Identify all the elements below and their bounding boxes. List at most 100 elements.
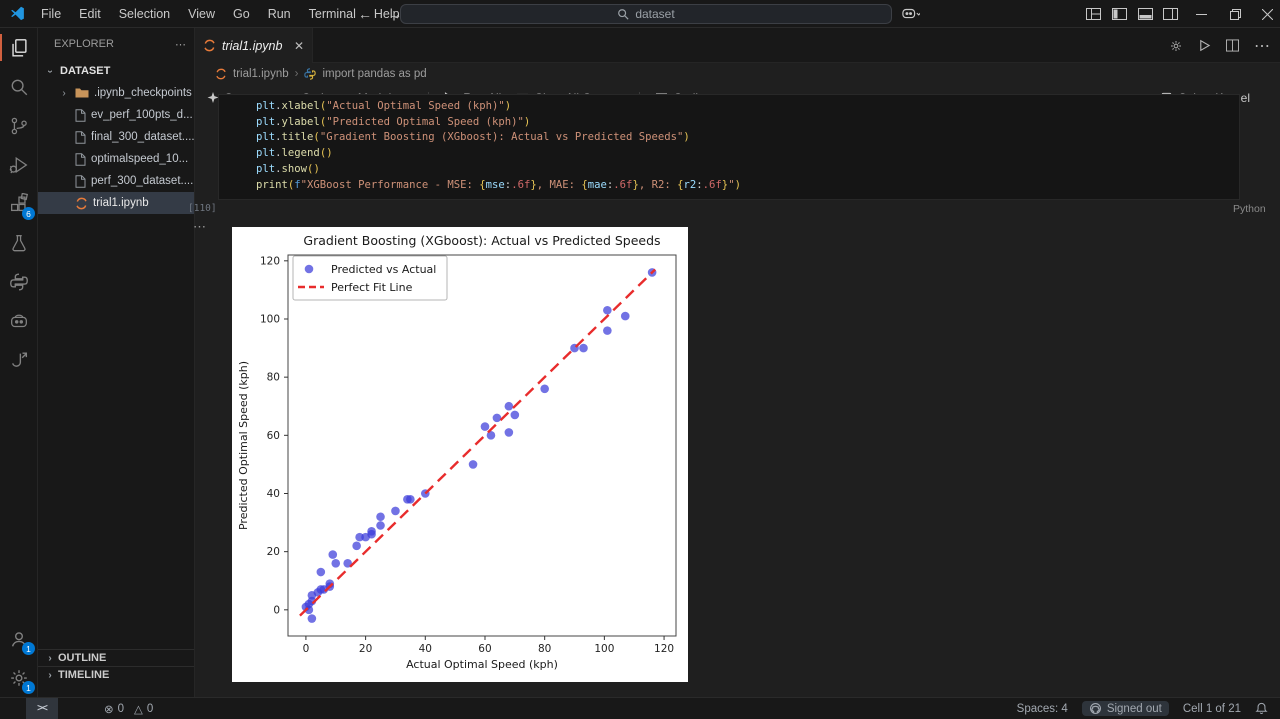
close-window-icon[interactable] [1256, 0, 1278, 28]
activitybar-extensions-icon[interactable]: 6 [0, 184, 38, 223]
svg-text:80: 80 [267, 372, 280, 384]
notebook-settings-icon[interactable] [1169, 39, 1183, 53]
toggle-panel-icon[interactable] [1134, 0, 1156, 28]
output-more-icon[interactable]: ⋯ [193, 219, 206, 235]
sidebar-title: EXPLORER [54, 38, 114, 50]
svg-text:Predicted vs Actual: Predicted vs Actual [331, 263, 436, 276]
breadcrumb[interactable]: trial1.ipynb › import pandas as pd [195, 63, 1280, 85]
file--ipynb-checkpoints[interactable]: › .ipynb_checkpoints [38, 82, 194, 104]
customize-layout-icon[interactable] [1082, 0, 1104, 28]
breadcrumb-symbol[interactable]: import pandas as pd [322, 68, 426, 80]
notebook-cell-editor[interactable]: plt.xlabel("Actual Optimal Speed (kph)")… [218, 94, 1240, 200]
svg-text:40: 40 [419, 643, 432, 655]
file-perf-300-dataset-[interactable]: perf_300_dataset.... [38, 170, 194, 192]
svg-text:20: 20 [267, 546, 280, 558]
vscode-window: FileEditSelectionViewGoRunTerminalHelp ←… [0, 0, 1280, 719]
file-trial1-ipynb[interactable]: trial1.ipynb [38, 192, 194, 214]
code-line: print(f"XGBoost Performance - MSE: {mse:… [256, 178, 1239, 194]
file-icon [75, 153, 86, 166]
activitybar-explorer-icon[interactable] [0, 28, 38, 67]
sidebar-more-icon[interactable]: ⋯ [175, 38, 186, 51]
more-actions-icon[interactable]: ⋯ [1254, 36, 1270, 56]
activitybar-jupyter-icon[interactable] [0, 340, 38, 379]
search-value: dataset [635, 7, 674, 21]
copilot-icon[interactable] [900, 0, 922, 28]
run-icon[interactable] [1198, 39, 1211, 52]
toggle-sidebar-icon[interactable] [1108, 0, 1130, 28]
activitybar-settings-icon[interactable]: 1 [0, 658, 38, 697]
code-line: plt.legend() [256, 146, 1239, 162]
nav-back-icon[interactable]: ← [350, 6, 380, 22]
cell-language-indicator[interactable]: Python [1233, 203, 1266, 215]
svg-text:100: 100 [594, 643, 614, 655]
svg-text:0: 0 [303, 643, 310, 655]
activitybar-run-debug-icon[interactable] [0, 145, 38, 184]
accounts-badge: 1 [22, 642, 35, 655]
bell-icon[interactable] [1255, 702, 1268, 715]
file-icon [75, 131, 86, 144]
svg-text:Gradient Boosting (XGboost): A: Gradient Boosting (XGboost): Actual vs P… [303, 233, 660, 248]
status-bar: >< ⊗ 0 △ 0 Spaces: 4 Signed out Cell 1 o… [0, 697, 1280, 719]
menu-view[interactable]: View [179, 7, 224, 21]
menu-edit[interactable]: Edit [70, 7, 110, 21]
menu-go[interactable]: Go [224, 7, 259, 21]
activitybar-testing-icon[interactable] [0, 223, 38, 262]
breadcrumb-separator: › [295, 68, 299, 80]
activitybar-source-control-icon[interactable] [0, 106, 38, 145]
notebook-icon [75, 197, 88, 210]
split-editor-icon[interactable] [1226, 39, 1239, 52]
svg-text:Actual Optimal Speed (kph): Actual Optimal Speed (kph) [406, 658, 558, 671]
activitybar-search-icon[interactable] [0, 67, 38, 106]
menu-run[interactable]: Run [259, 7, 300, 21]
scatter-chart: 020406080100120020406080100120Gradient B… [232, 227, 688, 682]
signed-out-status[interactable]: Signed out [1082, 701, 1169, 716]
activity-bar: 6 1 1 [0, 28, 38, 697]
minimize-icon[interactable] [1190, 0, 1212, 28]
code-line: plt.xlabel("Actual Optimal Speed (kph)") [256, 99, 1239, 115]
svg-text:40: 40 [267, 488, 280, 500]
toggle-secondary-sidebar-icon[interactable] [1159, 0, 1181, 28]
workspace-root[interactable]: › DATASET [38, 60, 194, 82]
file-optimalspeed-10-[interactable]: optimalspeed_10... [38, 148, 194, 170]
explorer-sidebar: EXPLORER ⋯ › DATASET › .ipynb_checkpoints… [38, 28, 195, 697]
svg-text:120: 120 [260, 255, 280, 267]
chevron-right-icon: › [58, 88, 70, 99]
file-tree: › .ipynb_checkpoints ev_perf_100pts_d...fi… [38, 82, 194, 214]
restore-icon[interactable] [1224, 0, 1246, 28]
activitybar-accounts-icon[interactable]: 1 [0, 619, 38, 658]
problems-indicator[interactable]: ⊗ 0 △ 0 [104, 702, 153, 716]
tab-close-icon[interactable]: ✕ [294, 39, 304, 53]
error-count: 0 [118, 703, 124, 715]
svg-text:60: 60 [478, 643, 491, 655]
chevron-right-icon: › [44, 653, 56, 664]
svg-text:Predicted Optimal Speed (kph): Predicted Optimal Speed (kph) [237, 361, 250, 530]
file-final-300-dataset-[interactable]: final_300_dataset.... [38, 126, 194, 148]
section-timeline[interactable]: › TIMELINE [38, 666, 194, 683]
file-label: ev_perf_100pts_d... [91, 109, 193, 121]
menu-selection[interactable]: Selection [110, 7, 179, 21]
file-label: .ipynb_checkpoints [94, 87, 192, 99]
file-label: optimalspeed_10... [91, 153, 188, 165]
breadcrumb-file[interactable]: trial1.ipynb [233, 68, 289, 80]
svg-text:0: 0 [273, 604, 280, 616]
remote-indicator[interactable]: >< [26, 698, 58, 719]
github-icon [1089, 702, 1102, 715]
file-ev-perf-100pts-d-[interactable]: ev_perf_100pts_d... [38, 104, 194, 126]
code-line: plt.title("Gradient Boosting (XGboost): … [256, 130, 1239, 146]
section-outline[interactable]: › OUTLINE [38, 649, 194, 666]
activitybar-python-icon[interactable] [0, 262, 38, 301]
svg-text:120: 120 [654, 643, 674, 655]
activitybar-copilot-icon[interactable] [0, 301, 38, 340]
notebook-icon [203, 39, 216, 52]
warning-icon: △ [134, 702, 143, 716]
menu-file[interactable]: File [32, 7, 70, 21]
spaces-indicator[interactable]: Spaces: 4 [1017, 703, 1068, 715]
cell-position[interactable]: Cell 1 of 21 [1183, 703, 1241, 715]
title-bar: FileEditSelectionViewGoRunTerminalHelp ←… [0, 0, 1280, 28]
file-label: trial1.ipynb [93, 197, 149, 209]
vscode-logo [9, 5, 26, 22]
search-icon [617, 8, 629, 20]
command-center-search[interactable]: dataset [400, 4, 892, 24]
folder-icon [75, 87, 89, 99]
tab-trial1-ipynb[interactable]: trial1.ipynb ✕ [195, 28, 313, 63]
